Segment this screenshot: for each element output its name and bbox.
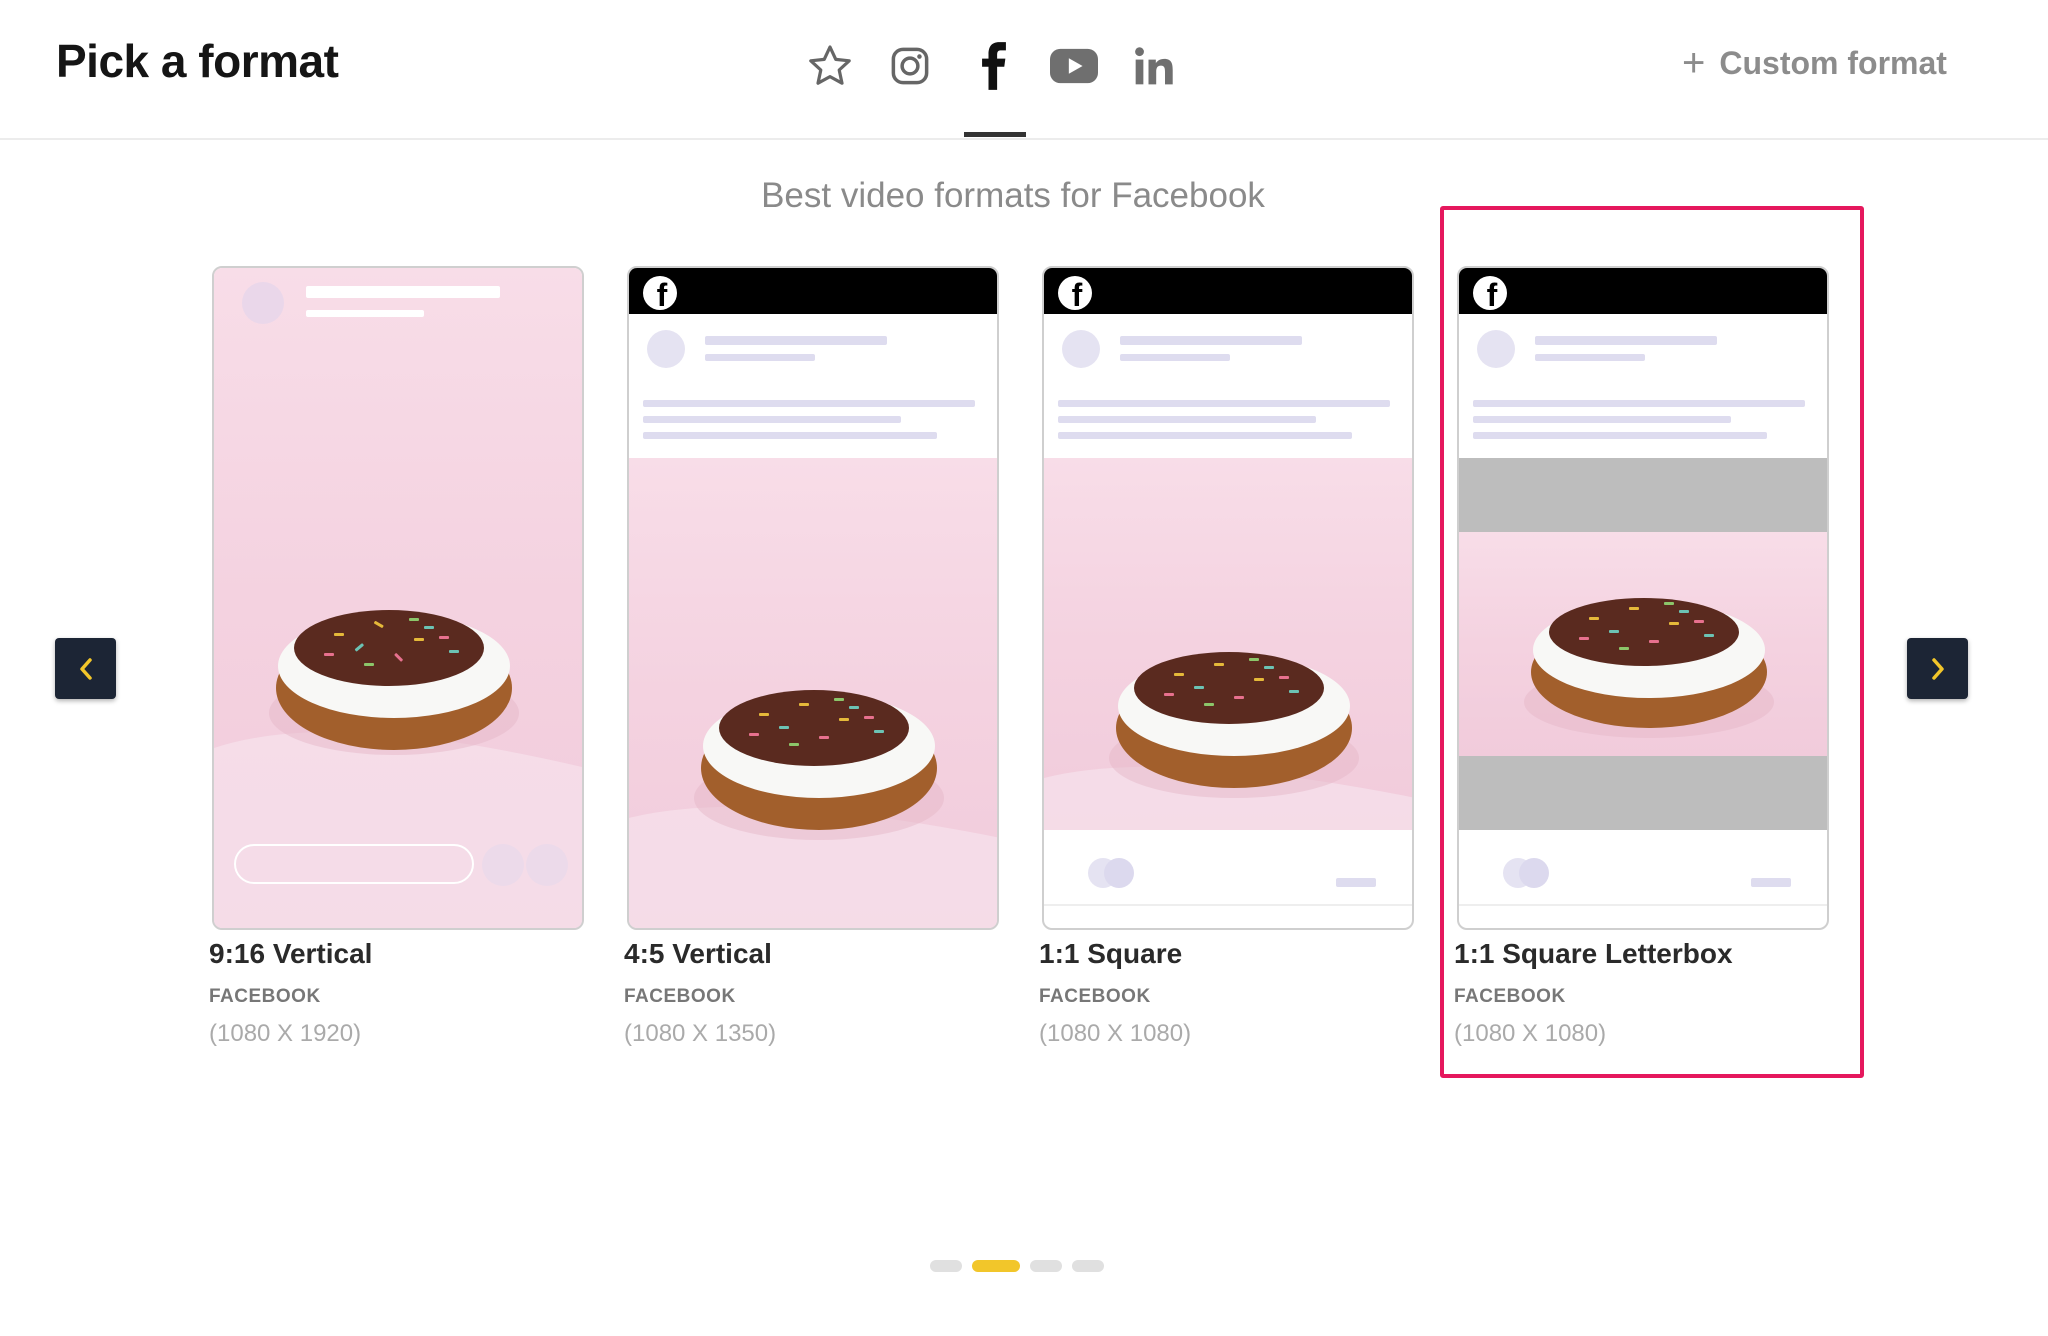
format-name: 9:16 Vertical [209,938,373,969]
next-button[interactable] [1907,638,1968,699]
placeholder-line [1058,416,1316,423]
plus-icon: + [1682,41,1706,85]
placeholder-line [643,416,901,423]
instagram-icon [891,47,929,85]
placeholder-line [1120,336,1302,345]
placeholder-line [643,400,975,407]
preview-image [1044,458,1412,830]
format-platform: FACEBOOK [1039,986,1151,1007]
format-card-1-1-square[interactable]: f [1042,266,1414,930]
preview-image [214,268,582,928]
format-name: 4:5 Vertical [624,938,772,969]
placeholder-line [306,310,424,317]
facebook-icon: f [1058,276,1092,310]
pagination-dot[interactable] [930,1260,962,1272]
header: Pick a format + Custom format [0,0,2048,140]
facebook-header-bar: f [1044,268,1412,314]
facebook-icon [982,42,1006,90]
tab-favorites[interactable] [800,36,860,96]
tab-linkedin[interactable] [1124,36,1184,96]
platform-tabs [800,28,1180,108]
format-dimensions: (1080 X 1350) [624,1020,777,1047]
placeholder-line [705,354,815,361]
divider [1044,904,1412,906]
format-name: 1:1 Square [1039,938,1183,969]
placeholder-line [1120,354,1230,361]
selected-format-highlight [1440,206,1864,1078]
placeholder-line [1336,878,1376,887]
custom-format-button[interactable]: + Custom format [1682,40,1947,86]
chevron-right-icon [1931,657,1944,680]
preview-image [629,458,997,928]
facebook-icon: f [643,276,677,310]
page-title: Pick a format [56,35,339,87]
format-card-9-16-vertical[interactable] [212,266,584,930]
chevron-left-icon [79,657,92,680]
placeholder-line [643,432,937,439]
format-platform: FACEBOOK [209,986,321,1007]
star-icon [809,45,851,85]
tab-youtube[interactable] [1044,36,1104,96]
format-dimensions: (1080 X 1920) [209,1020,362,1047]
placeholder-line [306,286,500,298]
custom-format-label: Custom format [1719,44,1947,81]
placeholder-line [705,336,887,345]
youtube-icon [1050,48,1098,84]
avatar [647,330,685,368]
format-card-4-5-vertical[interactable]: f [627,266,999,930]
format-dimensions: (1080 X 1080) [1039,1020,1192,1047]
pagination-dot[interactable] [1030,1260,1062,1272]
facebook-header-bar: f [629,268,997,314]
tab-instagram[interactable] [880,36,940,96]
share-icon [526,844,568,886]
message-input-placeholder [234,844,474,884]
linkedin-icon [1135,47,1173,85]
pagination-dot-active[interactable] [972,1260,1020,1272]
active-tab-indicator [964,132,1026,137]
tab-facebook[interactable] [964,36,1024,96]
avatar [1062,330,1100,368]
reaction-icon [482,844,524,886]
pagination-dot[interactable] [1072,1260,1104,1272]
reaction-icon [1104,858,1134,888]
avatar [242,282,284,324]
placeholder-line [1058,432,1352,439]
format-platform: FACEBOOK [624,986,736,1007]
placeholder-line [1058,400,1390,407]
prev-button[interactable] [55,638,116,699]
